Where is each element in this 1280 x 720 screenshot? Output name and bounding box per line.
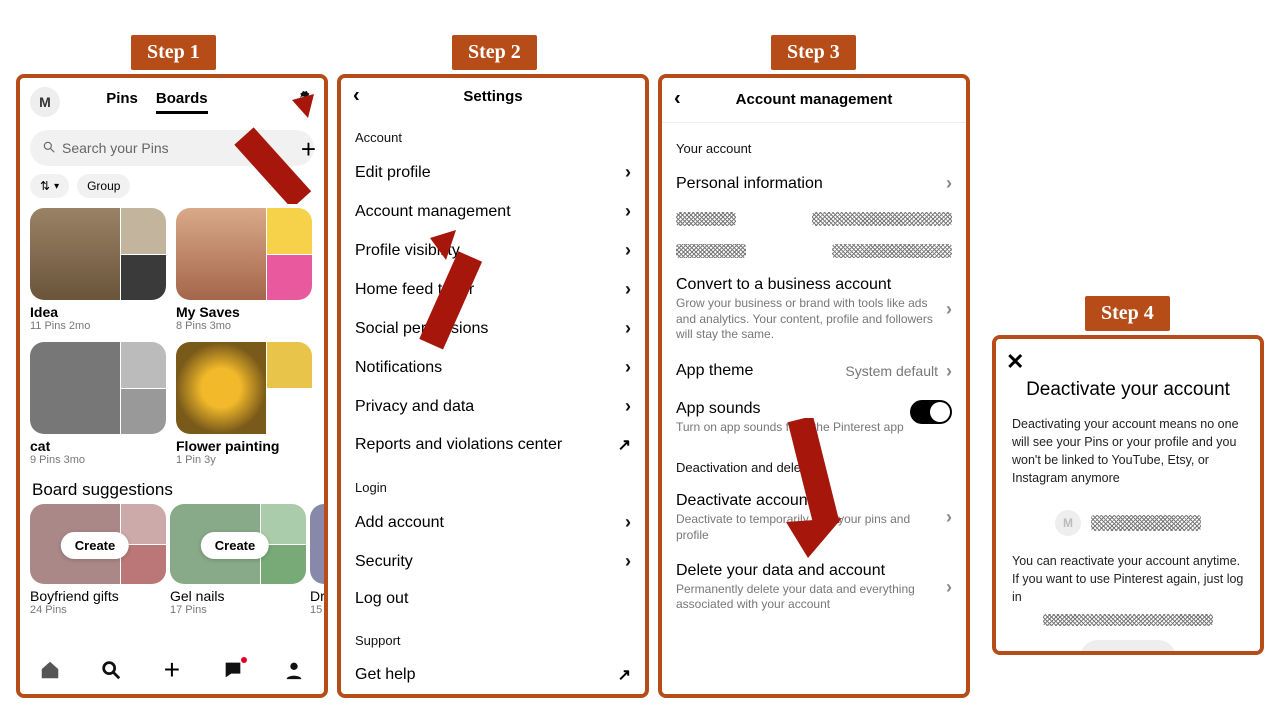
chevron-right-icon: › — [625, 551, 631, 572]
page-title: Settings — [463, 88, 522, 105]
tab-boards[interactable]: Boards — [156, 90, 208, 114]
settings-edit-profile[interactable]: Edit profile› — [341, 153, 645, 192]
avatar[interactable]: M — [30, 87, 60, 117]
step-label-4: Step 4 — [1085, 296, 1170, 331]
suggestion-item[interactable]: Create Boyfriend gifts 24 Pins — [30, 504, 160, 616]
personal-information[interactable]: Personal information› — [662, 164, 966, 203]
settings-get-help[interactable]: Get help↗ — [341, 656, 645, 694]
step-label-2: Step 2 — [452, 35, 537, 70]
chevron-right-icon: › — [625, 318, 631, 339]
settings-reports-violations[interactable]: Reports and violations center↗ — [341, 426, 645, 464]
search-icon — [42, 140, 56, 157]
arrow-step3 — [772, 418, 862, 558]
suggestion-item[interactable]: Drea 15 Pi — [310, 504, 324, 616]
section-support: Support — [341, 617, 645, 656]
step-label-1: Step 1 — [131, 35, 216, 70]
chevron-right-icon: › — [625, 279, 631, 300]
board-item[interactable]: My Saves 8 Pins 3mo — [176, 208, 312, 332]
create-button[interactable]: Create — [61, 532, 129, 559]
step3-screen: ‹ Account management Your account Person… — [658, 74, 970, 698]
deactivate-title: Deactivate your account — [996, 379, 1260, 401]
convert-business[interactable]: Convert to a business account Grow your … — [662, 267, 966, 352]
continue-button[interactable]: Continue — [1080, 640, 1176, 655]
settings-privacy-data[interactable]: Privacy and data› — [341, 387, 645, 426]
settings-account-management[interactable]: Account management› — [341, 192, 645, 231]
create-button[interactable]: Create — [201, 532, 269, 559]
suggestions-title: Board suggestions — [20, 472, 324, 504]
deactivate-body-1: Deactivating your account means no one w… — [996, 401, 1260, 502]
profile-nav-icon[interactable] — [283, 659, 305, 681]
group-chip[interactable]: Group — [77, 174, 130, 198]
chevron-right-icon: › — [946, 577, 952, 598]
chevron-right-icon: › — [946, 361, 952, 382]
chevron-right-icon: › — [946, 173, 952, 194]
step4-screen: ✕ Deactivate your account Deactivating y… — [992, 335, 1264, 655]
chevron-right-icon: › — [946, 299, 952, 320]
redacted-row — [662, 203, 966, 235]
chevron-right-icon: › — [625, 357, 631, 378]
chevron-right-icon: › — [625, 512, 631, 533]
settings-notifications[interactable]: Notifications› — [341, 348, 645, 387]
profile-row: M — [996, 510, 1260, 536]
chevron-right-icon: › — [625, 240, 631, 261]
board-item[interactable]: Flower painting 1 Pin 3y — [176, 342, 312, 466]
deactivate-body-2: You can reactivate your account anytime.… — [996, 552, 1260, 620]
add-nav-icon[interactable]: + — [161, 659, 183, 681]
delete-account[interactable]: Delete your data and account Permanently… — [662, 553, 966, 622]
bottom-nav: + — [20, 646, 324, 694]
step2-screen: ‹ Settings Account Edit profile› Account… — [337, 74, 649, 698]
suggestion-item[interactable]: Create Gel nails 17 Pins — [170, 504, 300, 616]
section-account: Account — [341, 114, 645, 153]
boards-grid: Idea 11 Pins 2mo My Saves 8 Pins 3mo cat… — [20, 202, 324, 472]
app-theme[interactable]: App theme System default› — [662, 352, 966, 391]
chat-icon[interactable] — [222, 659, 244, 681]
board-item[interactable]: cat 9 Pins 3mo — [30, 342, 166, 466]
chevron-right-icon: › — [625, 396, 631, 417]
chevron-right-icon: › — [625, 201, 631, 222]
arrow-step2 — [412, 230, 512, 350]
chevron-right-icon: › — [625, 162, 631, 183]
external-link-icon: ↗ — [618, 435, 631, 455]
search-placeholder: Search your Pins — [62, 140, 169, 156]
settings-log-out[interactable]: Log out — [341, 581, 645, 617]
settings-security[interactable]: Security› — [341, 542, 645, 581]
close-icon[interactable]: ✕ — [1006, 349, 1024, 375]
chevron-down-icon: ▾ — [54, 181, 59, 192]
board-item[interactable]: Idea 11 Pins 2mo — [30, 208, 166, 332]
search-nav-icon[interactable] — [100, 659, 122, 681]
arrow-step1 — [214, 94, 314, 204]
back-icon[interactable]: ‹ — [674, 88, 681, 111]
settings-add-account[interactable]: Add account› — [341, 503, 645, 542]
toggle-switch[interactable] — [910, 400, 952, 424]
chevron-right-icon: › — [946, 507, 952, 528]
section-your-account: Your account — [662, 125, 966, 164]
back-icon[interactable]: ‹ — [353, 85, 360, 108]
external-link-icon: ↗ — [618, 665, 631, 685]
home-icon[interactable] — [39, 659, 61, 681]
tab-pins[interactable]: Pins — [106, 90, 138, 114]
sort-chip[interactable]: ⇅▾ — [30, 174, 69, 198]
section-login: Login — [341, 464, 645, 503]
redacted-row — [662, 235, 966, 267]
page-title: Account management — [736, 91, 893, 108]
step-label-3: Step 3 — [771, 35, 856, 70]
